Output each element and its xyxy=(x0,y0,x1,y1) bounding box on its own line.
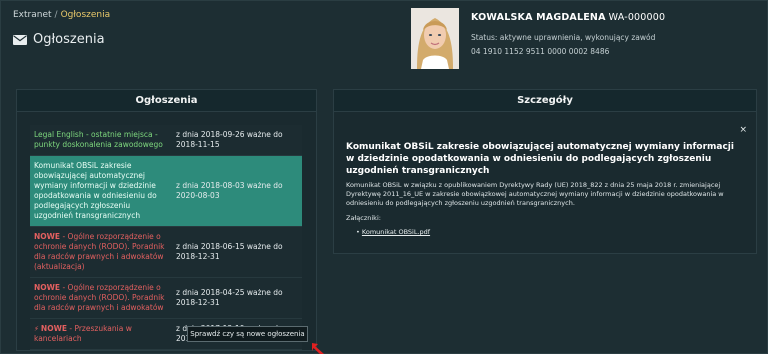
announcement-title-cell[interactable]: Legal English - ostatnie miejsca - punkt… xyxy=(30,125,172,156)
user-status: Status: aktywne uprawnienia, wykonujący … xyxy=(471,33,656,42)
envelope-icon xyxy=(13,34,27,45)
user-id: WA-000000 xyxy=(608,12,666,23)
announcement-row[interactable]: NOWE - Ogólne rozporządzenie o ochronie … xyxy=(30,277,302,319)
new-badge: NOWE xyxy=(34,232,61,241)
announcement-title-cell[interactable]: ⚡ NOWE - Przeszukania w kancelariach xyxy=(30,319,172,350)
lightning-icon: ⚡ xyxy=(34,325,39,333)
announcement-title-cell[interactable]: NOWE - Ogólne rozporządzenie o ochronie … xyxy=(30,278,172,319)
close-icon[interactable]: × xyxy=(739,125,747,135)
user-full-name: KOWALSKA MAGDALENA xyxy=(471,12,606,23)
details-panel-title: Szczegóły xyxy=(334,90,756,112)
user-account-number: 04 1910 1152 9511 0000 0002 8486 xyxy=(471,47,610,56)
check-new-announcements-button[interactable]: Sprawdź czy są nowe ogłoszenia xyxy=(187,326,308,342)
announcement-dates: z dnia 2018-06-15 ważne do 2018-12-31 xyxy=(176,242,283,261)
announcement-title-cell[interactable]: Komunikat OBSiL zakresie obowiązującej a… xyxy=(30,156,172,227)
announcement-dates: z dnia 2018-08-03 ważne do 2020-08-03 xyxy=(176,181,283,200)
announcement-dates: z dnia 2018-09-26 ważne do 2018-11-15 xyxy=(176,130,283,149)
breadcrumb-current: Ogłoszenia xyxy=(60,10,111,20)
user-avatar xyxy=(411,8,459,69)
new-badge: NOWE xyxy=(40,324,67,333)
detail-heading: Komunikat OBSiL zakresie obowiązującej a… xyxy=(346,142,734,176)
breadcrumb-separator: / xyxy=(54,10,58,20)
announcement-title-cell[interactable]: NOWE - Ogólne rozporządzenie o ochronie … xyxy=(30,227,172,278)
announcement-title: Komunikat OBSiL zakresie obowiązującej a… xyxy=(34,161,157,220)
user-name: KOWALSKA MAGDALENA WA-000000 xyxy=(471,12,665,23)
extranet-screen: Extranet / Ogłoszenia Ogłoszenia KOWALSKA … xyxy=(0,0,768,354)
page-title: Ogłoszenia xyxy=(13,32,105,47)
announcement-title: Legal English - ostatnie miejsca - punkt… xyxy=(34,130,163,149)
attachments-label: Załączniki: xyxy=(346,214,381,222)
announcement-dates: z dnia 2018-04-25 ważne do 2018-12-31 xyxy=(176,288,283,307)
announcements-panel-title: Ogłoszenia xyxy=(17,90,316,112)
attachment-link[interactable]: Komunikat OBSiL.pdf xyxy=(362,228,430,236)
details-panel: Szczegóły × Komunikat OBSiL zakresie obo… xyxy=(333,89,757,254)
pointer-arrow-icon xyxy=(312,343,324,354)
page-title-text: Ogłoszenia xyxy=(33,32,105,47)
announcement-row[interactable]: Legal English - ostatnie miejsca - punkt… xyxy=(30,125,302,156)
new-badge: NOWE xyxy=(34,283,61,292)
announcement-row[interactable]: NOWE - Ogólne rozporządzenie o ochronie … xyxy=(30,226,302,278)
detail-body: Komunikat OBSiL w związku z opublikowani… xyxy=(346,181,724,207)
attachment-item: • Komunikat OBSiL.pdf xyxy=(356,228,430,236)
announcement-row[interactable]: Komunikat OBSiL zakresie obowiązującej a… xyxy=(30,155,302,227)
announcements-panel: Ogłoszenia Legal English - ostatnie miej… xyxy=(16,89,317,351)
breadcrumb: Extranet / Ogłoszenia xyxy=(13,10,110,20)
announcements-table: Legal English - ostatnie miejsca - punkt… xyxy=(30,125,302,350)
breadcrumb-root-link[interactable]: Extranet xyxy=(13,10,52,20)
